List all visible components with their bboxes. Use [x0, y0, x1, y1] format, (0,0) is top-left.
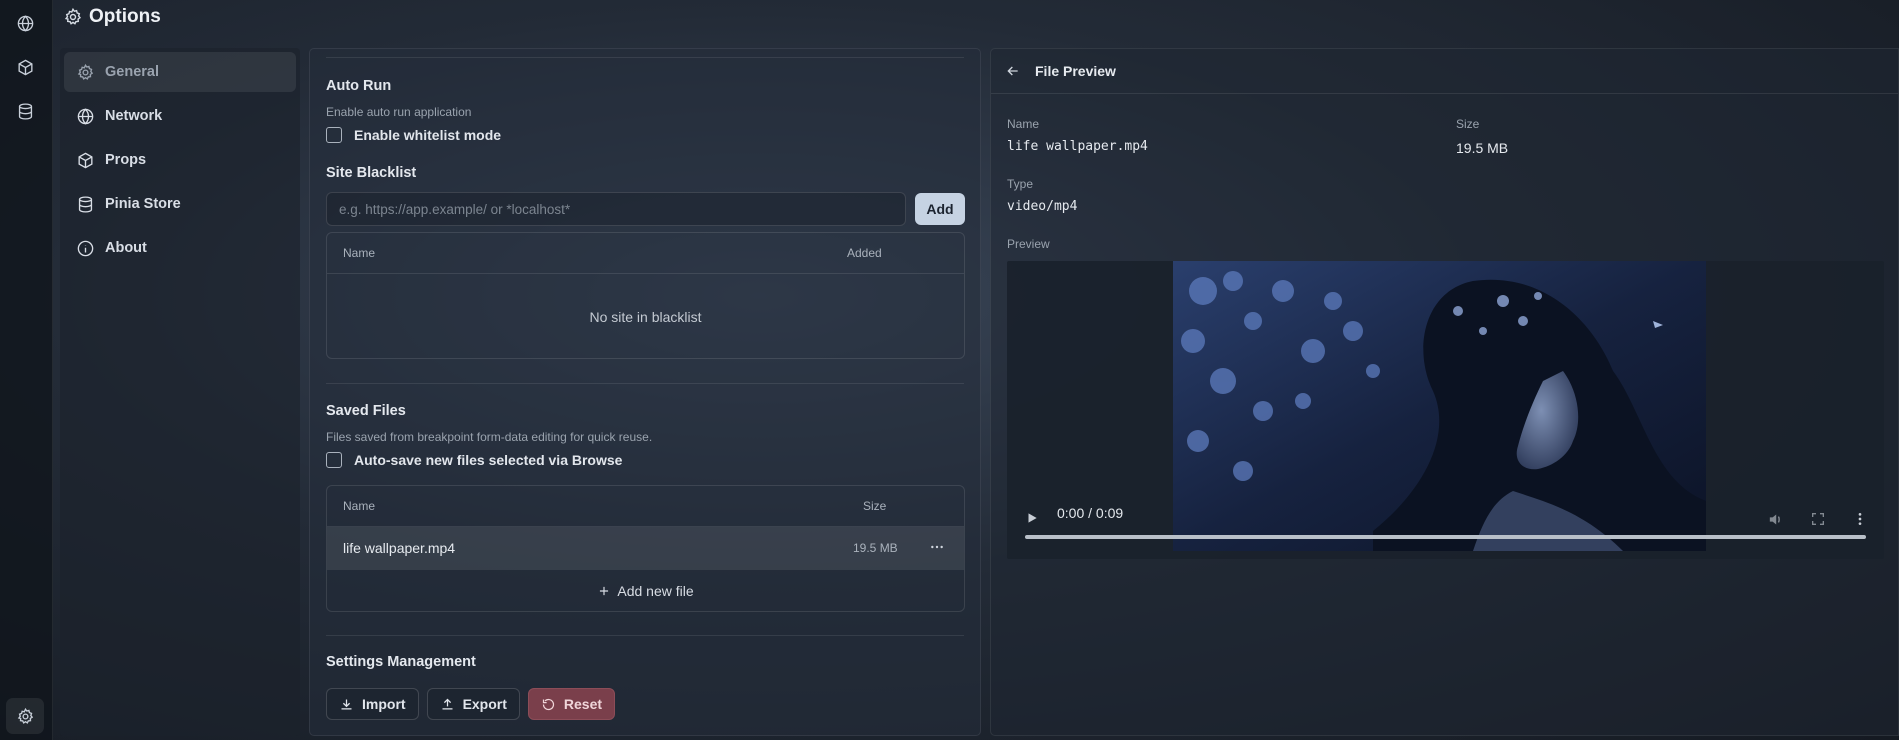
settings-management-title: Settings Management [326, 654, 476, 670]
whitelist-checkbox[interactable] [326, 127, 342, 143]
video-player[interactable]: 0:00 / 0:09 [1007, 261, 1884, 559]
reset-label: Reset [563, 696, 603, 712]
plus-icon [600, 586, 609, 595]
file-name: life wallpaper.mp4 [343, 540, 456, 556]
sidebar-item-label: About [105, 240, 147, 256]
cube-icon [17, 59, 33, 75]
app-rail [0, 0, 53, 740]
settings-actions: Import Export Reset [326, 688, 616, 720]
autosave-checkbox[interactable] [326, 452, 342, 468]
sidebar-item-props[interactable]: Props [64, 140, 296, 180]
import-label: Import [362, 696, 406, 712]
column-name: Name [343, 246, 376, 260]
more-vertical-icon[interactable] [1852, 511, 1868, 527]
saved-files-title: Saved Files [326, 403, 406, 419]
database-icon [18, 102, 32, 120]
sidebar: General Network Props Pinia Store About [60, 48, 300, 736]
add-new-file-label: Add new file [617, 582, 694, 599]
saved-files-description: Files saved from breakpoint form-data ed… [326, 430, 653, 444]
auto-run-description: Enable auto run application [326, 105, 472, 119]
file-preview-title: File Preview [1035, 63, 1116, 79]
autosave-option[interactable]: Auto-save new files selected via Browse [326, 452, 622, 468]
file-preview-header: File Preview [991, 49, 1898, 94]
arrow-left-icon[interactable] [1005, 63, 1021, 79]
rail-network-button[interactable] [8, 6, 42, 40]
column-added: Added [847, 246, 882, 260]
file-preview-panel: File Preview Name life wallpaper.mp4 Siz… [990, 48, 1899, 736]
sidebar-item-label: General [105, 64, 159, 80]
settings-panel: Auto Run Enable auto run application Ena… [309, 48, 981, 736]
globe-icon [77, 107, 94, 125]
title-bar: Options [53, 0, 1899, 40]
page-title: Options [89, 6, 161, 27]
site-blacklist-title: Site Blacklist [326, 165, 417, 181]
gear-icon [17, 707, 33, 724]
sidebar-item-label: Props [105, 152, 147, 168]
column-name: Name [343, 499, 376, 513]
name-value: life wallpaper.mp4 [1007, 139, 1148, 154]
gear-icon [64, 7, 82, 25]
upload-icon [442, 698, 453, 709]
sidebar-item-pinia-store[interactable]: Pinia Store [64, 184, 296, 224]
saved-files-table: Name Size life wallpaper.mp4 19.5 MB Add… [326, 485, 965, 612]
info-icon [77, 240, 94, 256]
blacklist-table: Name Added No site in blacklist [326, 232, 965, 359]
download-icon [341, 699, 352, 709]
volume-icon[interactable] [1767, 511, 1784, 528]
add-site-button[interactable]: Add [915, 193, 965, 225]
file-actions-button[interactable] [925, 535, 949, 559]
cube-icon [78, 152, 93, 168]
export-button[interactable]: Export [426, 688, 520, 720]
table-header: Name Size [327, 486, 964, 527]
preview-label: Preview [1007, 237, 1050, 251]
blacklist-empty-text: No site in blacklist [589, 309, 702, 325]
table-row[interactable]: life wallpaper.mp4 19.5 MB [327, 527, 964, 569]
rail-store-button[interactable] [8, 94, 42, 128]
video-progress-bar[interactable] [1025, 535, 1866, 539]
export-label: Export [462, 696, 507, 712]
play-icon[interactable] [1025, 511, 1039, 525]
sidebar-item-general[interactable]: General [64, 52, 296, 92]
database-icon [78, 195, 93, 213]
sidebar-item-network[interactable]: Network [64, 96, 296, 136]
type-value: video/mp4 [1007, 199, 1078, 214]
size-label: Size [1456, 117, 1480, 131]
column-size: Size [863, 499, 887, 513]
rail-props-button[interactable] [8, 50, 42, 84]
whitelist-label: Enable whitelist mode [354, 127, 502, 143]
more-horizontal-icon [931, 545, 943, 549]
reset-button[interactable]: Reset [527, 688, 616, 720]
file-size: 19.5 MB [853, 541, 898, 555]
add-new-file-button[interactable]: Add new file [327, 569, 964, 611]
autosave-label: Auto-save new files selected via Browse [354, 452, 623, 468]
divider [326, 57, 964, 58]
whitelist-mode-option[interactable]: Enable whitelist mode [326, 127, 501, 143]
video-controls: 0:00 / 0:09 [1007, 489, 1884, 559]
size-value: 19.5 MB [1456, 140, 1509, 156]
globe-icon [17, 14, 33, 32]
reset-icon [542, 698, 554, 710]
sidebar-item-about[interactable]: About [64, 228, 296, 268]
import-button[interactable]: Import [326, 688, 419, 720]
table-header: Name Added [327, 233, 964, 274]
divider [326, 383, 964, 384]
rail-settings-button[interactable] [6, 698, 44, 734]
divider [326, 635, 964, 636]
blacklist-url-input[interactable] [326, 192, 906, 226]
fullscreen-icon[interactable] [1810, 511, 1826, 527]
video-time: 0:00 / 0:09 [1057, 505, 1124, 521]
sidebar-item-label: Pinia Store [105, 196, 181, 212]
auto-run-title: Auto Run [326, 78, 392, 94]
name-label: Name [1007, 117, 1040, 131]
sidebar-item-label: Network [105, 108, 163, 124]
type-label: Type [1007, 177, 1034, 191]
gear-icon [77, 63, 94, 80]
